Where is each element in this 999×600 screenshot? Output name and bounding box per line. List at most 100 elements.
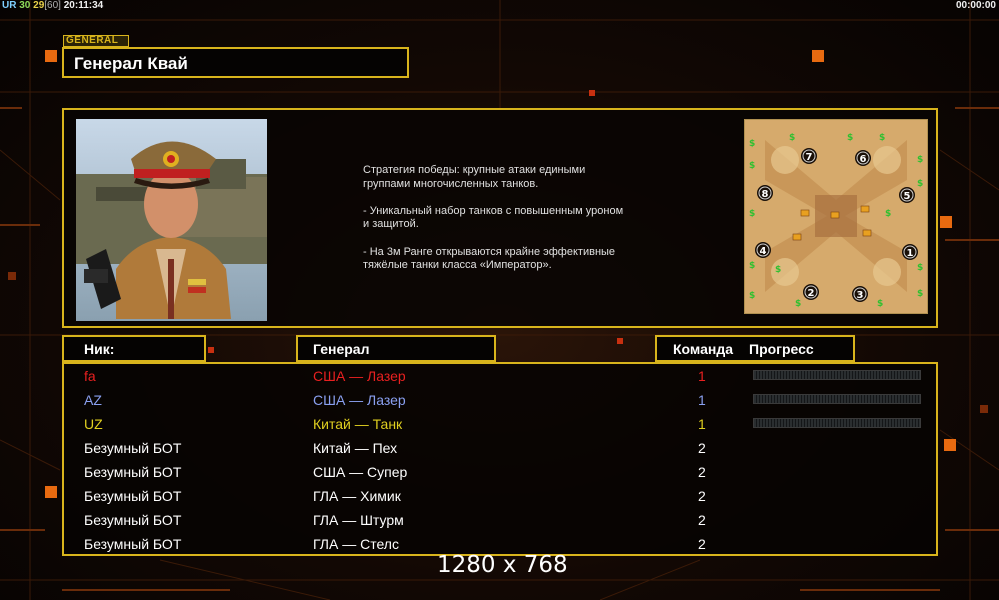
player-team: 2	[698, 464, 706, 480]
spawn-3: 3	[852, 286, 868, 302]
status-left: UR 30 29[60] 20:11:34	[2, 0, 103, 12]
svg-text:$: $	[917, 289, 923, 299]
player-nick: Безумный БОТ	[84, 464, 182, 480]
player-nick: Безумный БОТ	[84, 536, 182, 552]
status-fps: [60]	[44, 0, 61, 11]
player-list: fa США — Лазер 1 AZ США — Лазер 1 UZ Китай — Та…	[62, 362, 938, 556]
player-row: UZ Китай — Танк 1	[64, 413, 940, 437]
spawn-2: 2	[803, 284, 819, 300]
decor-square	[980, 405, 988, 413]
player-nick: Безумный БОТ	[84, 488, 182, 504]
decor-square	[812, 50, 824, 62]
svg-text:$: $	[877, 299, 883, 309]
svg-text:7: 7	[806, 152, 813, 163]
general-tag: GENERAL	[63, 35, 129, 47]
player-row: Безумный БОТ ГЛА — Штурм 2	[64, 509, 940, 533]
status-ur: UR	[2, 0, 17, 11]
status-value-1: 30	[19, 0, 31, 11]
decor-square	[940, 216, 952, 228]
spawn-7: 7	[801, 148, 817, 164]
resolution-label: 1280 x 768	[437, 552, 568, 578]
player-team: 1	[698, 368, 706, 384]
header-progress-label: Прогресс	[749, 341, 814, 357]
decor-square	[8, 272, 16, 280]
player-general: ГЛА — Стелс	[313, 536, 399, 552]
player-general: США — Лазер	[313, 392, 406, 408]
general-name: Генерал Квай	[74, 54, 188, 73]
spawn-5: 5	[899, 187, 915, 203]
svg-text:3: 3	[857, 290, 864, 301]
decor-square	[45, 50, 57, 62]
header-general-label: Генерал	[313, 341, 370, 357]
svg-text:$: $	[917, 155, 923, 165]
player-row: fa США — Лазер 1	[64, 365, 940, 389]
svg-text:$: $	[795, 299, 801, 309]
player-progress-bar	[753, 394, 921, 404]
player-team: 2	[698, 488, 706, 504]
status-clock: 20:11:34	[63, 0, 104, 11]
player-nick: AZ	[84, 392, 102, 408]
svg-text:$: $	[789, 133, 795, 143]
spawn-4: 4	[755, 242, 771, 258]
header-nick-label: Ник:	[84, 341, 115, 357]
spawn-1: 1	[902, 244, 918, 260]
player-progress-bar	[753, 418, 921, 428]
header-team-label: Команда	[673, 341, 733, 357]
svg-text:8: 8	[762, 189, 769, 200]
general-title-box: Генерал Квай	[62, 47, 409, 78]
player-row: Безумный БОТ ГЛА — Химик 2	[64, 485, 940, 509]
general-info-panel: Стратегия победы: крупные атаки едиными …	[62, 108, 938, 328]
player-general: США — Супер	[313, 464, 408, 480]
player-team: 2	[698, 536, 706, 552]
general-portrait-image	[76, 119, 267, 321]
header-nick: Ник:	[62, 335, 206, 362]
player-progress-bar	[753, 370, 921, 380]
svg-text:6: 6	[860, 154, 867, 165]
player-nick: Безумный БОТ	[84, 440, 182, 456]
svg-text:$: $	[885, 209, 891, 219]
player-general: США — Лазер	[313, 368, 406, 384]
svg-text:$: $	[749, 291, 755, 301]
status-bar: UR 30 29[60] 20:11:34 00:00:00	[0, 0, 999, 13]
player-team: 2	[698, 512, 706, 528]
header-general: Генерал	[296, 335, 496, 362]
svg-text:$: $	[749, 139, 755, 149]
minimap[interactable]: 7 6 8 5 4 1 2 3 $ $ $ $ $ $ $ $ $ $ $ $ $ $ $ $	[744, 119, 928, 314]
player-team: 2	[698, 440, 706, 456]
svg-text:5: 5	[904, 191, 911, 202]
player-general: Китай — Пех	[313, 440, 398, 456]
player-nick: Безумный БОТ	[84, 512, 182, 528]
svg-text:$: $	[879, 133, 885, 143]
general-description: Стратегия победы: крупные атаки едиными …	[363, 164, 624, 272]
status-value-2: 29	[33, 0, 45, 11]
player-general: ГЛА — Штурм	[313, 512, 404, 528]
player-row: AZ США — Лазер 1	[64, 389, 940, 413]
player-nick: UZ	[84, 416, 103, 432]
player-team: 1	[698, 392, 706, 408]
decor-square	[589, 90, 595, 96]
decor-square	[944, 439, 956, 451]
spawn-8: 8	[757, 185, 773, 201]
general-portrait	[76, 119, 267, 321]
svg-text:$: $	[917, 179, 923, 189]
svg-text:$: $	[749, 209, 755, 219]
player-nick: fa	[84, 368, 96, 384]
svg-text:4: 4	[760, 246, 767, 257]
decor-square	[45, 486, 57, 498]
header-team-progress: Команда Прогресс	[655, 335, 855, 362]
decor-square	[617, 338, 623, 344]
spawn-6: 6	[855, 150, 871, 166]
svg-text:$: $	[847, 133, 853, 143]
svg-text:$: $	[749, 261, 755, 271]
minimap-image: 7 6 8 5 4 1 2 3 $ $ $ $ $ $ $ $ $ $ $ $ $ $ $ $	[745, 120, 927, 313]
player-general: Китай — Танк	[313, 416, 403, 432]
svg-text:$: $	[749, 161, 755, 171]
svg-text:$: $	[775, 265, 781, 275]
status-timer: 00:00:00	[955, 0, 996, 11]
svg-text:1: 1	[907, 248, 914, 259]
player-general: ГЛА — Химик	[313, 488, 401, 504]
decor-square	[208, 347, 214, 353]
player-row: Безумный БОТ США — Супер 2	[64, 461, 940, 485]
svg-text:2: 2	[808, 288, 815, 299]
player-team: 1	[698, 416, 706, 432]
